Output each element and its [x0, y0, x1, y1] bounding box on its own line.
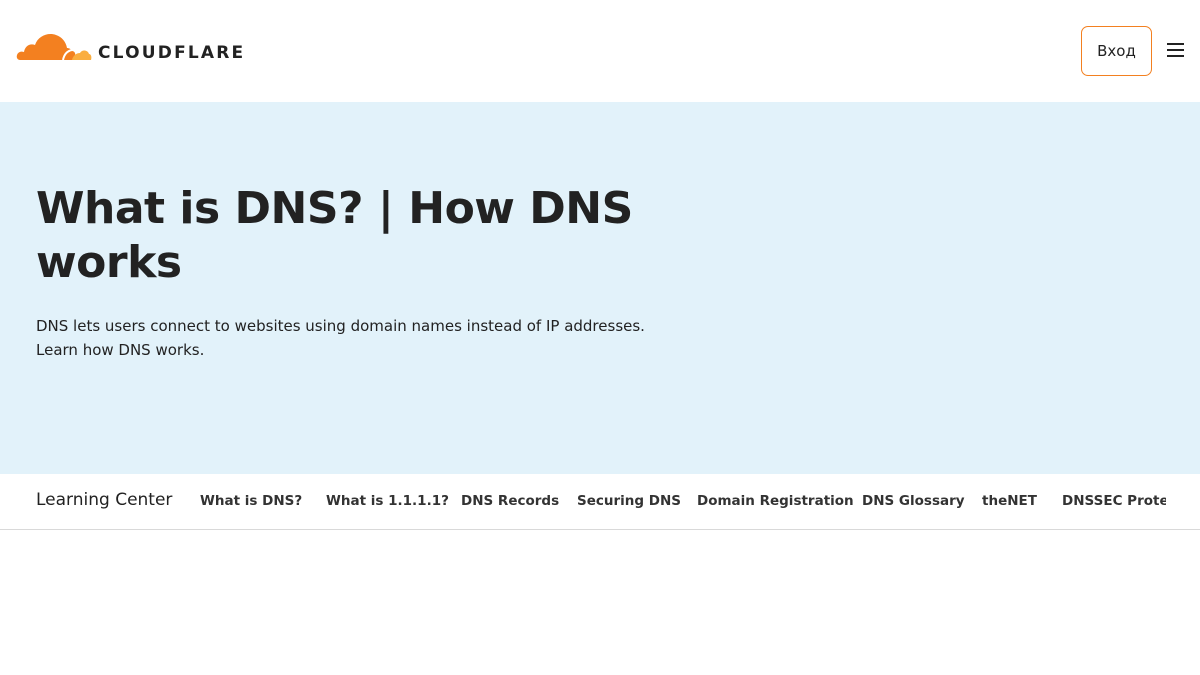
site-header: CLOUDFLARE Вход [0, 0, 1200, 102]
page: CLOUDFLARE Вход What is DNS? | How DNS w… [0, 0, 1200, 675]
subnav-item-domain-registration[interactable]: Domain Registration [697, 493, 854, 509]
subnav-item-what-is-1111[interactable]: What is 1.1.1.1? [326, 493, 449, 509]
subnav-item-thenet[interactable]: theNET [982, 493, 1037, 509]
hamburger-menu-icon[interactable] [1167, 42, 1185, 60]
subnav-item-what-is-dns[interactable]: What is DNS? [200, 493, 302, 509]
subnav-item-dnssec[interactable]: DNSSEC Protect [1062, 493, 1166, 509]
learning-center-nav: Learning Center What is DNS? What is 1.1… [0, 474, 1200, 530]
hero-section: What is DNS? | How DNS works DNS lets us… [0, 102, 1200, 474]
page-title: What is DNS? | How DNS works [36, 183, 633, 288]
cloudflare-logo[interactable]: CLOUDFLARE [16, 26, 246, 63]
logo-wordmark: CLOUDFLARE [98, 42, 246, 63]
login-button[interactable]: Вход [1081, 26, 1152, 76]
subnav-item-dns-glossary[interactable]: DNS Glossary [862, 493, 965, 509]
page-description: DNS lets users connect to websites using… [36, 317, 645, 359]
cloud-logo-icon [16, 34, 92, 61]
subnav-item-securing-dns[interactable]: Securing DNS [577, 493, 681, 509]
learning-center-link[interactable]: Learning Center [36, 490, 172, 510]
subnav-item-dns-records[interactable]: DNS Records [461, 493, 559, 509]
